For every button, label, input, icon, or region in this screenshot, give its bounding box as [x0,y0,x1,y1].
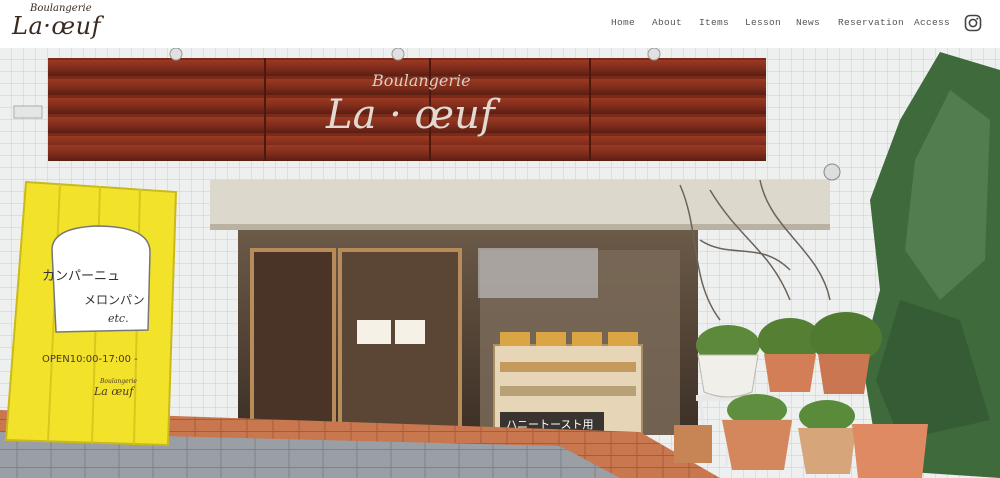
instagram-icon[interactable] [964,14,982,32]
site-header: Boulangerie La·œuf Home About Items Less… [0,0,1000,48]
board-brand-subtitle: Boulangerie [99,378,137,385]
nav-lesson[interactable]: Lesson [745,17,781,28]
shop-sign: Boulangerie La · œuf [48,58,766,161]
nav-about[interactable]: About [652,17,682,28]
nav-items[interactable]: Items [699,17,729,28]
board-line-1: カンパーニュ [42,269,120,284]
board-brand: La œuf [93,385,135,398]
board-line-3: etc. [108,312,129,325]
nav-home[interactable]: Home [611,17,635,28]
shop-sign-title: La · œuf [325,92,501,138]
hero-shopfront-photo: ハニートースト用 Boulangerie La · œuf カンパーニュ メロン… [0,48,1000,478]
nav-access[interactable]: Access [914,17,950,28]
board-hours: OPEN10:00-17:00 - [42,354,138,365]
board-line-2: メロンパン [84,293,145,307]
main-nav: Home About Items Lesson News Reservation… [0,17,1000,33]
nav-news[interactable]: News [796,17,820,28]
menu-board: カンパーニュ メロンパン etc. OPEN10:00-17:00 - Boul… [4,180,178,447]
shop-sign-subtitle: Boulangerie [371,71,471,90]
nav-reservation[interactable]: Reservation [838,17,904,28]
